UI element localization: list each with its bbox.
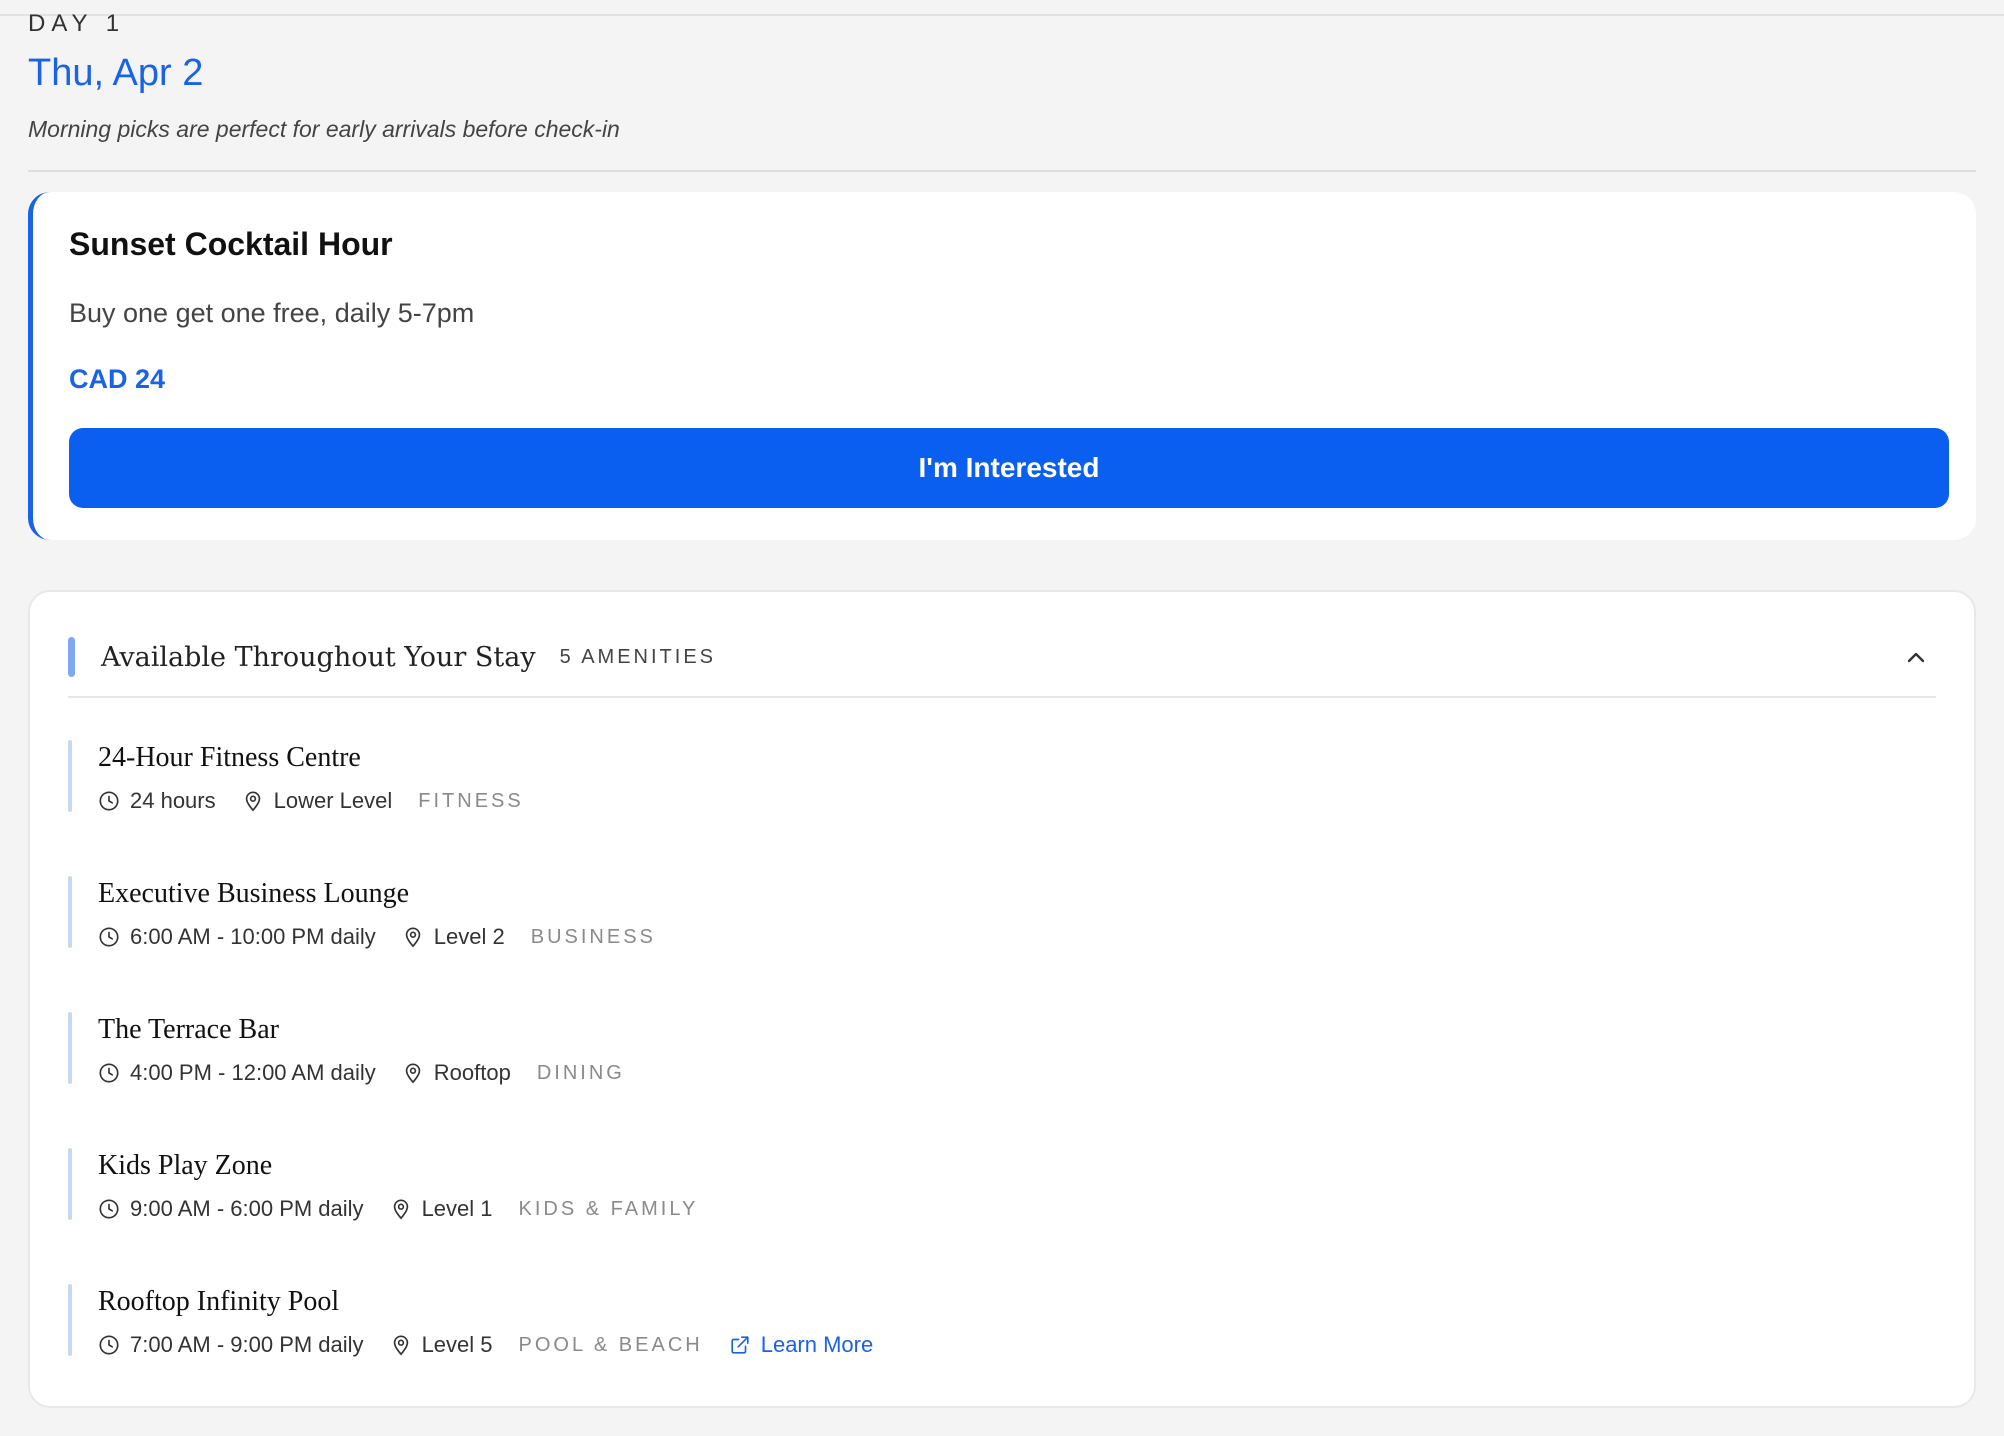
amenities-card: Available Throughout Your Stay 5 AMENITI… (28, 590, 1976, 1408)
amenity-category: POOL & BEACH (518, 1334, 703, 1356)
amenity-meta: 9:00 AM - 6:00 PM daily Level 1 KIDS & F… (98, 1194, 1936, 1224)
amenity-hours: 7:00 AM - 9:00 PM daily (130, 1332, 364, 1357)
amenity-meta: 7:00 AM - 9:00 PM daily Level 5 POOL & B… (98, 1330, 1936, 1360)
amenity-location: Level 5 (421, 1332, 493, 1357)
amenity-category: KIDS & FAMILY (518, 1198, 699, 1220)
clock-icon (99, 1199, 119, 1219)
amenity-location: Level 2 (433, 924, 505, 949)
amenity-category: FITNESS (418, 790, 524, 812)
list-item: Executive Business Lounge 6:00 AM - 10:0… (68, 876, 1936, 1012)
list-item: Kids Play Zone 9:00 AM - 6:00 PM daily L… (68, 1148, 1936, 1284)
offer-title: Sunset Cocktail Hour (69, 226, 393, 262)
amenities-list: 24-Hour Fitness Centre 24 hours Lower Le… (68, 740, 1936, 1420)
list-item: 24-Hour Fitness Centre 24 hours Lower Le… (68, 740, 1936, 876)
offer-card: Sunset Cocktail Hour Buy one get one fre… (28, 192, 1976, 540)
amenity-meta: 24 hours Lower Level FITNESS (98, 786, 1936, 816)
location-pin-icon (393, 1335, 408, 1356)
learn-more-label: Learn More (760, 1332, 874, 1357)
amenity-location: Lower Level (273, 788, 393, 813)
top-divider (0, 14, 2004, 16)
list-item: Rooftop Infinity Pool 7:00 AM - 9:00 PM … (68, 1284, 1936, 1420)
clock-icon (99, 927, 119, 947)
amenity-location: Rooftop (433, 1060, 511, 1085)
amenities-header[interactable]: Available Throughout Your Stay 5 AMENITI… (68, 624, 1936, 690)
day-note: Morning picks are perfect for early arri… (28, 116, 620, 142)
location-pin-icon (393, 1199, 408, 1220)
day-label: DAY 1 (28, 10, 126, 37)
chevron-up-icon[interactable] (1896, 638, 1936, 678)
amenity-hours: 4:00 PM - 12:00 AM daily (130, 1060, 376, 1085)
item-accent-bar (68, 1148, 72, 1220)
external-link-icon (731, 1336, 749, 1354)
offer-price: CAD 24 (69, 364, 166, 394)
amenity-name: Executive Business Lounge (98, 878, 410, 909)
amenity-meta: 4:00 PM - 12:00 AM daily Rooftop DINING (98, 1058, 1936, 1088)
amenity-category: DINING (536, 1062, 625, 1084)
location-pin-icon (245, 791, 260, 812)
clock-icon (99, 791, 119, 811)
offer-description: Buy one get one free, daily 5-7pm (69, 298, 475, 328)
amenities-divider (68, 696, 1936, 698)
amenity-hours: 24 hours (130, 788, 216, 813)
amenities-accent-bar (68, 637, 75, 677)
amenity-hours: 9:00 AM - 6:00 PM daily (130, 1196, 364, 1221)
interested-button[interactable]: I'm Interested (69, 428, 1949, 508)
amenity-category: BUSINESS (530, 926, 656, 948)
clock-icon (99, 1335, 119, 1355)
amenity-hours: 6:00 AM - 10:00 PM daily (130, 924, 376, 949)
day-date: Thu, Apr 2 (28, 52, 204, 94)
amenity-meta: 6:00 AM - 10:00 PM daily Level 2 BUSINES… (98, 922, 1936, 952)
item-accent-bar (68, 740, 72, 812)
item-accent-bar (68, 876, 72, 948)
item-accent-bar (68, 1284, 72, 1356)
amenity-name: The Terrace Bar (98, 1014, 279, 1045)
amenity-location: Level 1 (421, 1196, 493, 1221)
learn-more-link[interactable]: Learn More (729, 1330, 874, 1360)
list-item: The Terrace Bar 4:00 PM - 12:00 AM daily… (68, 1012, 1936, 1148)
amenity-name: Kids Play Zone (98, 1150, 273, 1181)
amenity-name: Rooftop Infinity Pool (98, 1286, 340, 1317)
amenities-title: Available Throughout Your Stay (101, 641, 536, 673)
location-pin-icon (405, 927, 421, 948)
item-accent-bar (68, 1012, 72, 1084)
amenity-name: 24-Hour Fitness Centre (98, 742, 361, 773)
clock-icon (99, 1063, 119, 1083)
day-divider (28, 170, 1976, 172)
location-pin-icon (405, 1063, 421, 1084)
page: DAY 1 Thu, Apr 2 Morning picks are perfe… (0, 0, 2004, 1436)
amenities-count: 5 AMENITIES (559, 645, 716, 668)
